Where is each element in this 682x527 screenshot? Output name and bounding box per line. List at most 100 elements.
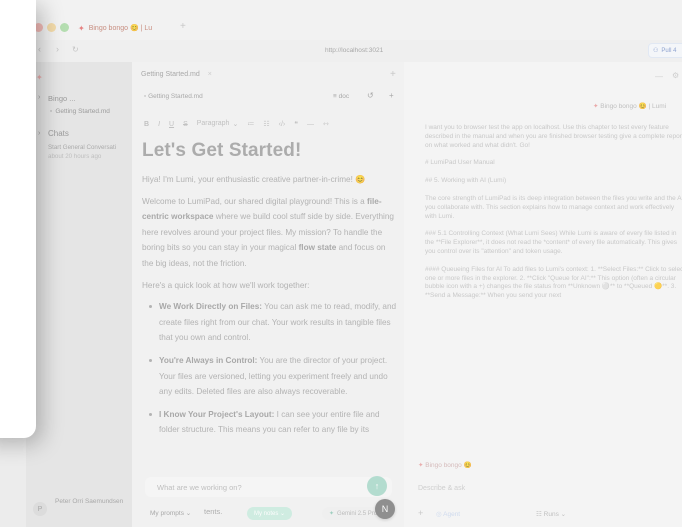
settings-icon[interactable]: ⚙ xyxy=(672,71,679,80)
collapse-icon[interactable]: › xyxy=(38,94,40,101)
pull-icon: ⚇ xyxy=(653,48,659,54)
sparkle-icon: ✦ xyxy=(329,511,335,517)
close-icon[interactable]: × xyxy=(208,71,212,78)
context-tag-label: Bingo bongo 😊 xyxy=(425,462,472,469)
back-icon[interactable]: ‹ xyxy=(38,44,41,54)
message-paragraph: #### Queueing Files for AI To add files … xyxy=(425,265,682,300)
editor-file-tab[interactable]: Getting Started.md × xyxy=(141,71,212,78)
message-paragraph: # LumiPad User Manual xyxy=(425,159,495,167)
agent-toggle[interactable]: ◎ Agent xyxy=(436,510,460,518)
file-icon: ▫ xyxy=(144,93,147,100)
message-paragraph: ### 5.1 Controlling Context (What Lumi S… xyxy=(425,230,677,255)
url-text[interactable]: http://localhost:3021 xyxy=(325,47,383,54)
list-item-bold: You're Always in Control: xyxy=(159,355,258,365)
welcome-text-d: flow state xyxy=(298,243,337,253)
numbered-list-icon[interactable]: ☷ xyxy=(263,120,269,128)
pin-icon: ✦ xyxy=(418,462,424,469)
avatar[interactable]: P xyxy=(33,502,47,516)
history-icon[interactable]: ↺ xyxy=(367,91,374,100)
minimize-panel-icon[interactable]: — xyxy=(655,72,663,81)
forward-icon[interactable]: › xyxy=(56,44,59,54)
model-pill-label: Gemini 2.5 Pro xyxy=(337,510,378,517)
chats-toggle-icon[interactable]: › xyxy=(38,130,40,137)
lumi-icon: ✦ xyxy=(78,23,85,33)
context-tag[interactable]: ✦ Bingo bongo 😊 xyxy=(418,461,472,469)
my-prompts-label: My prompts xyxy=(150,510,184,517)
modal-dialog-edge xyxy=(0,0,36,438)
window-maximize-button[interactable] xyxy=(60,23,69,32)
page-title: Let's Get Started! xyxy=(142,140,302,161)
user-name[interactable]: Peter Orri Saemundsen xyxy=(55,497,125,507)
format-toolbar: B I U S Paragraph ⌄ ≔ ☷ ‹/› ❝ — ⇿ xyxy=(144,118,399,130)
chat-item-time: about 20 hours ago xyxy=(48,153,102,160)
chats-label: Chats xyxy=(48,129,69,138)
pin-icon: ✦ xyxy=(593,103,599,110)
agent-toggle-label: Agent xyxy=(443,511,461,518)
chevron-down-icon: ⌄ xyxy=(232,121,239,128)
new-tab-icon[interactable]: + xyxy=(180,21,186,32)
my-prompts-dropdown[interactable]: My prompts ⌄ xyxy=(150,509,191,517)
chevron-down-icon: ⌄ xyxy=(560,511,567,518)
reload-icon[interactable]: ↻ xyxy=(72,45,79,54)
truncated-text: tents. xyxy=(204,507,223,516)
list-item-bold: We Work Directly on Files: xyxy=(159,302,262,312)
paragraph-select[interactable]: Paragraph ⌄ xyxy=(197,120,239,128)
welcome-text-a: Welcome to LumiPad, our shared digital p… xyxy=(142,196,367,206)
workspace-label[interactable]: Bingo ... xyxy=(48,94,76,103)
add-tab-icon[interactable]: + xyxy=(390,69,396,80)
chat-item[interactable]: Start General Conversati about 20 hours … xyxy=(48,144,116,160)
message-bubble: I want you to browser test the app on lo… xyxy=(425,124,682,310)
list-item: You're Always in Control: You are the di… xyxy=(149,353,397,400)
strike-button[interactable]: S xyxy=(183,121,188,128)
grid-icon: ☷ xyxy=(536,511,542,518)
mode-pill[interactable]: My notes ⌄ xyxy=(247,507,293,520)
paragraph-select-label: Paragraph xyxy=(196,120,230,127)
browser-tab-title: Bingo bongo 😊 | Lu xyxy=(88,25,153,32)
agent-icon: ◎ xyxy=(436,511,442,518)
code-icon[interactable]: ‹/› xyxy=(279,121,286,128)
more-icon[interactable]: + xyxy=(389,91,394,100)
welcome-paragraph: Welcome to LumiPad, our shared digital p… xyxy=(142,194,397,272)
sidebar xyxy=(26,62,132,527)
breadcrumb: ▫ Getting Started.md xyxy=(144,93,203,100)
feature-list: We Work Directly on Files: You can ask m… xyxy=(142,299,397,438)
document-content[interactable]: Let's Get Started! Hiya! I'm Lumi, your … xyxy=(142,140,397,445)
workspace-file-item[interactable]: ▫ Getting Started.md xyxy=(50,108,110,115)
app-logo-icon: ✦ xyxy=(36,73,43,82)
composer-input[interactable]: Describe & ask xyxy=(418,485,465,492)
browser-tab[interactable]: ✦ Bingo bongo 😊 | Lu xyxy=(78,18,174,38)
chat-item-title: Start General Conversati xyxy=(48,144,117,151)
chevron-down-icon: ⌄ xyxy=(280,511,286,517)
list-item-bold: I Know Your Project's Layout: xyxy=(159,409,275,419)
chevron-down-icon: ⌄ xyxy=(185,510,192,517)
quote-icon[interactable]: ❝ xyxy=(294,120,298,128)
send-button[interactable]: ↑ xyxy=(367,476,387,496)
bold-button[interactable]: B xyxy=(144,121,149,128)
pull-button[interactable]: ⚇ Pull 4 xyxy=(648,43,682,58)
add-attachment-icon[interactable]: + xyxy=(418,508,423,518)
window-minimize-button[interactable] xyxy=(47,23,56,32)
list-item: We Work Directly on Files: You can ask m… xyxy=(149,299,397,346)
notion-avatar[interactable]: N xyxy=(375,499,395,519)
message-paragraph: The core strength of LumiPad is its deep… xyxy=(425,194,682,220)
chat-header: ✦ Bingo bongo 😊 | Lumi xyxy=(593,102,666,110)
underline-button[interactable]: U xyxy=(169,121,174,128)
mode-pill-label: My notes xyxy=(254,510,279,517)
chat-input[interactable]: What are we working on? xyxy=(145,477,392,497)
file-icon: ▫ xyxy=(50,108,53,115)
send-arrow-icon: ↑ xyxy=(374,481,380,491)
chat-header-title: Bingo bongo 😊 | Lumi xyxy=(600,103,667,110)
workspace-file-label: Getting Started.md xyxy=(55,108,110,115)
runs-dropdown-label: Runs xyxy=(543,511,559,518)
bullet-list-icon[interactable]: ≔ xyxy=(247,120,254,128)
doc-counter: ≡ doc xyxy=(333,93,350,100)
pull-button-label: Pull 4 xyxy=(661,47,677,54)
link-icon[interactable]: ⇿ xyxy=(323,120,329,128)
message-paragraph: ## 5. Working with AI (Lumi) xyxy=(425,177,507,185)
message-paragraph: I want you to browser test the app on lo… xyxy=(425,124,682,149)
divider-icon[interactable]: — xyxy=(307,121,314,128)
italic-button[interactable]: I xyxy=(158,121,160,128)
list-item: I Know Your Project's Layout: I can see … xyxy=(149,407,397,438)
intro-paragraph: Hiya! I'm Lumi, your enthusiastic creati… xyxy=(142,175,366,184)
runs-dropdown[interactable]: ☷ Runs ⌄ xyxy=(536,510,566,518)
